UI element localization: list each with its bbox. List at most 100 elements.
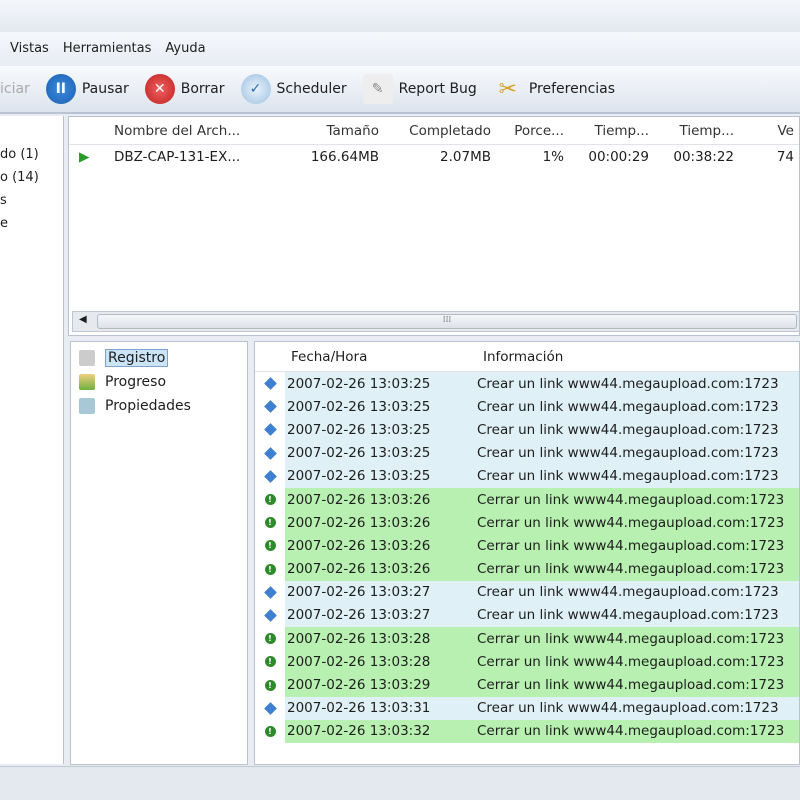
delete-button[interactable]: ✕ Borrar: [144, 74, 225, 104]
log-date: 2007-02-26 13:03:26: [285, 487, 477, 512]
log-date: 2007-02-26 13:03:25: [285, 395, 477, 419]
log-message: Crear un link www44.megaupload.com:1723: [477, 464, 799, 488]
log-message: Cerrar un link www44.megaupload.com:1723: [477, 719, 799, 743]
log-date: 2007-02-26 13:03:25: [285, 441, 477, 465]
info-icon: [255, 377, 285, 390]
log-date: 2007-02-26 13:03:28: [285, 650, 477, 674]
cell-remaining: 00:38:22: [673, 149, 734, 165]
log-row[interactable]: ! 2007-02-26 13:03:26 Cerrar un link www44…: [255, 534, 799, 558]
log-message: Cerrar un link www44.megaupload.com:1723: [477, 650, 799, 674]
col-elapsed[interactable]: Tiemp...: [564, 123, 649, 139]
cell-name: DBZ-CAP-131-EX...: [114, 149, 241, 165]
scheduler-label: Scheduler: [276, 81, 347, 97]
col-percent[interactable]: Porce...: [491, 123, 564, 139]
log-row[interactable]: ! 2007-02-26 13:03:28 Cerrar un link www44…: [255, 627, 799, 651]
success-icon: !: [255, 656, 285, 668]
col-date[interactable]: Fecha/Hora: [291, 349, 483, 365]
scheduler-button[interactable]: ✓ Scheduler: [240, 74, 347, 104]
tree-item-propiedades[interactable]: Propiedades: [71, 394, 247, 418]
info-icon: [255, 446, 285, 460]
start-button[interactable]: iciar: [0, 81, 30, 97]
log-row[interactable]: 2007-02-26 13:03:25 Crear un link www44.m…: [255, 464, 799, 488]
log-date: 2007-02-26 13:03:26: [285, 557, 477, 581]
col-size[interactable]: Tamaño: [269, 123, 379, 139]
tree-item-registro[interactable]: Registro: [71, 346, 247, 370]
log-header: Fecha/Hora Información: [255, 342, 799, 372]
cell-elapsed: 00:00:29: [588, 149, 649, 165]
log-message: Crear un link www44.megaupload.com:1723: [477, 441, 799, 465]
log-row[interactable]: ! 2007-02-26 13:03:28 Cerrar un link www44…: [255, 650, 799, 674]
downloads-table: Nombre del Arch... Tamaño Completado Por…: [68, 116, 800, 336]
clock-icon: ✓: [240, 74, 271, 104]
col-remaining[interactable]: Tiemp...: [649, 123, 734, 139]
info-icon: [255, 585, 285, 599]
log-message: Crear un link www44.megaupload.com:1723: [477, 603, 799, 628]
col-speed[interactable]: Ve: [734, 123, 795, 139]
log-row[interactable]: 2007-02-26 13:03:25 Crear un link www44.m…: [255, 441, 799, 465]
success-icon: !: [255, 725, 285, 737]
menu-herramientas[interactable]: Herramientas: [63, 41, 152, 56]
menu-ayuda[interactable]: Ayuda: [165, 41, 205, 56]
log-row[interactable]: ! 2007-02-26 13:03:26 Cerrar un link www44…: [255, 511, 799, 535]
sidebar-item[interactable]: e: [0, 212, 63, 235]
delete-icon: ✕: [144, 74, 175, 104]
success-icon: !: [255, 540, 285, 552]
sidebar-item[interactable]: do (1): [0, 143, 63, 166]
detail-tree: Registro Progreso Propiedades: [70, 341, 248, 765]
chart-icon: [79, 374, 95, 390]
scrollbar-thumb[interactable]: ⁞⁞⁞: [97, 314, 797, 329]
pause-button[interactable]: II Pausar: [45, 74, 129, 104]
log-row[interactable]: ! 2007-02-26 13:03:32 Cerrar un link www44…: [255, 719, 799, 743]
pause-label: Pausar: [81, 81, 129, 97]
category-sidebar: do (1) o (14) s e: [0, 116, 64, 764]
pause-icon: II: [45, 74, 76, 104]
log-table: Fecha/Hora Información 2007-02-26 13:03:…: [254, 341, 800, 765]
log-message: Cerrar un link www44.megaupload.com:1723: [477, 627, 799, 651]
log-message: Cerrar un link www44.megaupload.com:1723: [477, 487, 799, 512]
menu-bar: Vistas Herramientas Ayuda: [0, 32, 800, 64]
log-row[interactable]: ! 2007-02-26 13:03:29 Cerrar un link www44…: [255, 673, 799, 697]
delete-label: Borrar: [180, 81, 225, 97]
log-message: Cerrar un link www44.megaupload.com:1723: [477, 511, 799, 535]
log-row[interactable]: 2007-02-26 13:03:25 Crear un link www44.m…: [255, 395, 799, 419]
log-row[interactable]: 2007-02-26 13:03:25 Crear un link www44.m…: [255, 418, 799, 442]
tree-label: Progreso: [105, 374, 167, 390]
log-date: 2007-02-26 13:03:28: [285, 627, 477, 651]
log-row[interactable]: ! 2007-02-26 13:03:26 Cerrar un link www44…: [255, 487, 799, 512]
sidebar-item[interactable]: s: [0, 189, 63, 212]
log-row[interactable]: 2007-02-26 13:03:27 Crear un link www44.m…: [255, 603, 799, 628]
tools-icon: ✂: [498, 76, 518, 102]
log-date: 2007-02-26 13:03:25: [285, 464, 477, 488]
tree-item-progreso[interactable]: Progreso: [71, 370, 247, 394]
col-name[interactable]: Nombre del Arch...: [114, 123, 269, 139]
log-row[interactable]: ! 2007-02-26 13:03:26 Cerrar un link www44…: [255, 557, 799, 581]
log-row[interactable]: 2007-02-26 13:03:25 Crear un link www44.m…: [255, 372, 799, 396]
log-row[interactable]: 2007-02-26 13:03:31 Crear un link www44.m…: [255, 696, 799, 720]
log-message: Crear un link www44.megaupload.com:1723: [477, 372, 799, 396]
scroll-left-icon[interactable]: ◀: [79, 314, 87, 325]
success-icon: !: [255, 494, 285, 506]
report-icon: ✎: [362, 74, 393, 104]
preferences-button[interactable]: ✂ Preferencias: [493, 74, 615, 104]
log-message: Crear un link www44.megaupload.com:1723: [477, 395, 799, 419]
preferences-label: Preferencias: [528, 81, 616, 97]
success-icon: !: [255, 633, 285, 645]
report-bug-button[interactable]: ✎ Report Bug: [362, 74, 477, 104]
log-date: 2007-02-26 13:03:27: [285, 603, 477, 628]
table-row[interactable]: ▶ DBZ-CAP-131-EX... 166.64MB 2.07MB 1% 0…: [69, 145, 799, 169]
log-row[interactable]: 2007-02-26 13:03:27 Crear un link www44.m…: [255, 580, 799, 604]
log-date: 2007-02-26 13:03:31: [285, 696, 477, 720]
success-icon: !: [255, 563, 285, 575]
col-info[interactable]: Información: [483, 349, 563, 365]
col-completed[interactable]: Completado: [379, 123, 491, 139]
log-message: Cerrar un link www44.megaupload.com:1723: [477, 673, 799, 697]
info-icon: [255, 609, 285, 622]
horizontal-scrollbar[interactable]: ◀ ⁞⁞⁞: [72, 311, 800, 332]
menu-vistas[interactable]: Vistas: [10, 41, 49, 56]
table-header: Nombre del Arch... Tamaño Completado Por…: [69, 117, 799, 145]
sidebar-item[interactable]: o (14): [0, 166, 63, 189]
log-date: 2007-02-26 13:03:25: [285, 372, 477, 396]
log-message: Crear un link www44.megaupload.com:1723: [477, 418, 799, 442]
cell-percent: 1%: [542, 149, 564, 165]
success-icon: !: [255, 517, 285, 529]
